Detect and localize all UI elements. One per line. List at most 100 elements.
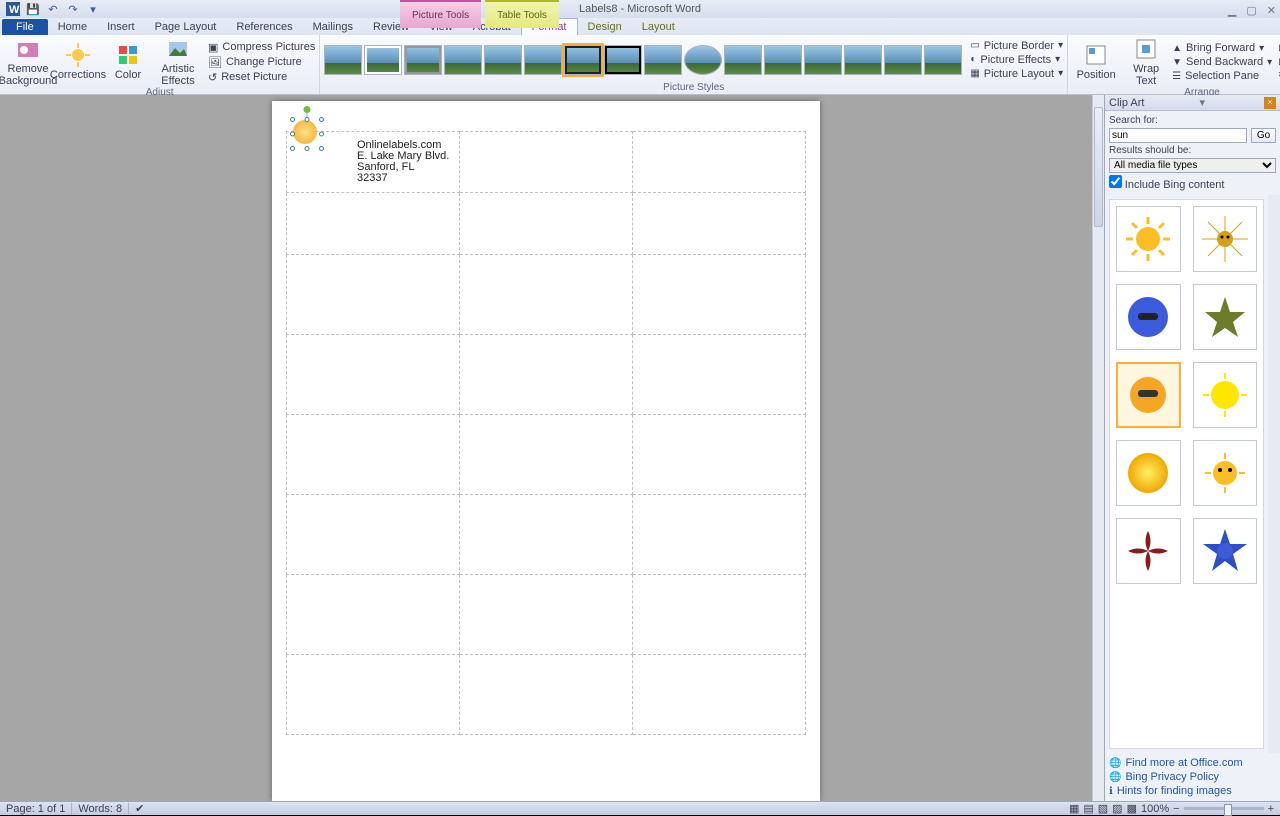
link-bing-privacy[interactable]: 🌐 Bing Privacy Policy: [1109, 771, 1276, 783]
clipart-result[interactable]: [1193, 206, 1258, 272]
maximize-icon[interactable]: ▢: [1246, 4, 1256, 17]
pane-dropdown-icon[interactable]: ▾: [1199, 96, 1205, 109]
clipart-result[interactable]: [1116, 518, 1181, 584]
qat-dropdown-icon[interactable]: ▾: [84, 0, 102, 18]
selection-pane-button[interactable]: ☰ Selection Pane: [1172, 70, 1272, 82]
picture-layout-button[interactable]: ▦ Picture Layout ▾: [970, 68, 1063, 80]
remove-background-button[interactable]: Remove Background: [4, 37, 52, 87]
label-cell[interactable]: [460, 495, 633, 575]
label-cell[interactable]: [633, 655, 806, 735]
link-hints[interactable]: ℹ Hints for finding images: [1109, 785, 1276, 797]
address-text[interactable]: Onlinelabels.com E. Lake Mary Blvd. Sanf…: [357, 140, 449, 184]
style-thumb[interactable]: [324, 45, 362, 75]
label-cell[interactable]: [633, 335, 806, 415]
label-cell[interactable]: [633, 575, 806, 655]
style-thumb[interactable]: [844, 45, 882, 75]
clipart-scrollbar[interactable]: [1268, 195, 1280, 753]
tab-insert[interactable]: Insert: [97, 19, 145, 35]
media-types-select[interactable]: All media file types: [1109, 158, 1276, 173]
send-backward-button[interactable]: ▼ Send Backward ▾: [1172, 56, 1272, 68]
tab-references[interactable]: References: [226, 19, 302, 35]
reset-picture-button[interactable]: ↺Reset Picture: [208, 71, 315, 84]
style-thumb[interactable]: [764, 45, 802, 75]
style-thumb[interactable]: [444, 45, 482, 75]
picture-border-button[interactable]: ▭ Picture Border ▾: [970, 40, 1063, 52]
tab-file[interactable]: File: [2, 19, 48, 35]
style-thumb[interactable]: [804, 45, 842, 75]
clipart-result[interactable]: [1116, 284, 1181, 350]
label-cell[interactable]: [460, 193, 633, 255]
compress-pictures-button[interactable]: ▣Compress Pictures: [208, 41, 315, 54]
clipart-result[interactable]: [1193, 362, 1258, 428]
label-cell[interactable]: [286, 335, 460, 415]
style-thumb[interactable]: [644, 45, 682, 75]
view-draft-icon[interactable]: ▩: [1127, 802, 1137, 815]
vertical-scrollbar[interactable]: [1092, 95, 1104, 801]
view-outline-icon[interactable]: ▨: [1112, 802, 1122, 815]
tab-mailings[interactable]: Mailings: [303, 19, 363, 35]
label-cell[interactable]: [460, 131, 633, 193]
document-area[interactable]: Onlinelabels.com E. Lake Mary Blvd. Sanf…: [0, 95, 1092, 801]
status-words[interactable]: Words: 8: [78, 803, 122, 815]
style-thumb[interactable]: [884, 45, 922, 75]
style-thumb[interactable]: [924, 45, 962, 75]
clipart-result[interactable]: [1116, 206, 1181, 272]
close-icon[interactable]: ✕: [1267, 4, 1276, 17]
include-bing-checkbox[interactable]: Include Bing content: [1109, 175, 1276, 191]
zoom-out-icon[interactable]: −: [1173, 803, 1179, 815]
label-cell[interactable]: [286, 655, 460, 735]
label-cell[interactable]: [633, 131, 806, 193]
label-cell[interactable]: [286, 495, 460, 575]
rotate-handle[interactable]: [304, 106, 311, 113]
link-find-more[interactable]: 🌐 Find more at Office.com: [1109, 757, 1276, 769]
style-thumb[interactable]: [364, 45, 402, 75]
clipart-result[interactable]: [1193, 440, 1258, 506]
status-page[interactable]: Page: 1 of 1: [6, 803, 65, 815]
style-thumb[interactable]: [524, 45, 562, 75]
clipart-result[interactable]: [1116, 440, 1181, 506]
label-cell[interactable]: [633, 193, 806, 255]
style-thumb[interactable]: [484, 45, 522, 75]
clipart-result-selected[interactable]: [1116, 362, 1181, 428]
bring-forward-button[interactable]: ▲ Bring Forward ▾: [1172, 42, 1272, 54]
change-picture-button[interactable]: 🖼Change Picture: [208, 56, 315, 69]
zoom-level[interactable]: 100%: [1141, 803, 1169, 815]
minimize-icon[interactable]: ▁: [1228, 4, 1236, 17]
view-web-icon[interactable]: ▧: [1098, 802, 1108, 815]
label-cell[interactable]: Onlinelabels.com E. Lake Mary Blvd. Sanf…: [286, 131, 460, 193]
label-cell[interactable]: [286, 255, 460, 335]
tab-layout[interactable]: Layout: [632, 19, 685, 35]
pane-close-icon[interactable]: ×: [1264, 97, 1276, 109]
view-fullscreen-icon[interactable]: ▤: [1083, 802, 1093, 815]
picture-effects-button[interactable]: ◐ Picture Effects ▾: [970, 54, 1063, 66]
clipart-result[interactable]: [1193, 518, 1258, 584]
tab-page-layout[interactable]: Page Layout: [145, 19, 227, 35]
style-thumb-selected[interactable]: [564, 45, 602, 75]
label-cell[interactable]: [460, 255, 633, 335]
wrap-text-button[interactable]: Wrap Text: [1122, 37, 1170, 87]
clipart-result[interactable]: [1193, 284, 1258, 350]
view-print-icon[interactable]: ▦: [1069, 802, 1079, 815]
label-cell[interactable]: [286, 193, 460, 255]
zoom-slider[interactable]: [1184, 807, 1264, 810]
color-button[interactable]: Color: [104, 43, 152, 81]
style-thumb[interactable]: [684, 45, 722, 75]
tab-home[interactable]: Home: [48, 19, 97, 35]
search-input[interactable]: [1109, 128, 1247, 143]
label-cell[interactable]: [633, 495, 806, 575]
undo-icon[interactable]: ↶: [44, 0, 62, 18]
spellcheck-icon[interactable]: ✔: [135, 802, 144, 815]
artistic-effects-button[interactable]: Artistic Effects: [154, 37, 202, 87]
label-cell[interactable]: [633, 255, 806, 335]
label-cell[interactable]: [460, 335, 633, 415]
tab-design[interactable]: Design: [578, 19, 632, 35]
go-button[interactable]: Go: [1251, 128, 1276, 143]
label-cell[interactable]: [460, 415, 633, 495]
style-thumb[interactable]: [724, 45, 762, 75]
label-cell[interactable]: [633, 415, 806, 495]
position-button[interactable]: Position: [1072, 43, 1120, 81]
selected-image[interactable]: [293, 120, 321, 148]
label-cell[interactable]: [460, 655, 633, 735]
corrections-button[interactable]: Corrections: [54, 43, 102, 81]
style-thumb[interactable]: [404, 45, 442, 75]
